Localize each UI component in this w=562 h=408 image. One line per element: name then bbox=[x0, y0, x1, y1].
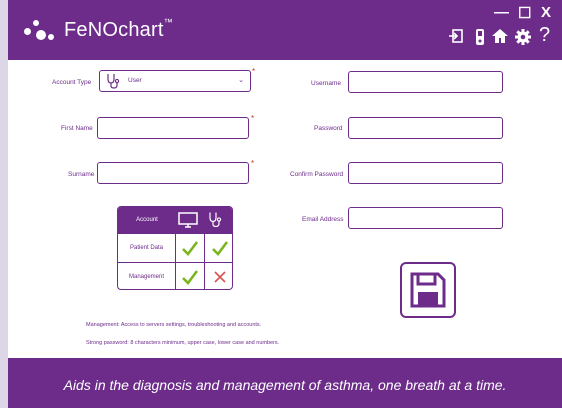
check-icon bbox=[176, 263, 205, 289]
confirm-password-field[interactable] bbox=[348, 162, 503, 184]
confirm-password-label: Confirm Password bbox=[290, 171, 344, 178]
username-label: Username bbox=[311, 80, 341, 87]
check-icon bbox=[176, 234, 205, 262]
stethoscope-icon bbox=[106, 73, 120, 94]
permissions-header: Account bbox=[118, 207, 232, 233]
help-icon[interactable]: ? bbox=[539, 24, 550, 47]
password-note: Strong password: 8 characters minimum, u… bbox=[86, 340, 280, 346]
password-label: Password bbox=[314, 125, 343, 132]
computer-icon bbox=[178, 212, 198, 233]
permissions-table: Account Patient Data Management bbox=[117, 206, 233, 290]
footer-tagline: Aids in the diagnosis and management of … bbox=[63, 377, 507, 393]
save-button[interactable] bbox=[400, 262, 456, 318]
cross-icon bbox=[205, 263, 232, 289]
permission-label: Management bbox=[118, 263, 176, 289]
permission-label: Patient Data bbox=[118, 234, 176, 262]
account-type-select[interactable]: User ⌄ bbox=[99, 70, 251, 92]
check-icon bbox=[205, 234, 232, 262]
required-marker: * bbox=[251, 114, 255, 123]
surname-field[interactable] bbox=[97, 162, 249, 184]
email-label: Email Address bbox=[302, 216, 344, 223]
app-title: FeNOchart™ bbox=[64, 17, 173, 41]
device-icon[interactable] bbox=[474, 28, 486, 51]
first-name-field[interactable] bbox=[97, 117, 249, 139]
gear-icon[interactable] bbox=[514, 28, 532, 51]
header-bar: FeNOchart™ — ☐ X ? bbox=[8, 0, 562, 60]
footer-bar: Aids in the diagnosis and management of … bbox=[8, 358, 562, 408]
maximize-button[interactable]: ☐ bbox=[518, 4, 531, 22]
app-window: FeNOchart™ — ☐ X ? Account Type User ⌄ *… bbox=[0, 0, 562, 408]
home-icon[interactable] bbox=[491, 28, 509, 49]
table-row: Management bbox=[118, 262, 232, 289]
email-field[interactable] bbox=[348, 207, 503, 229]
surname-label: Surname bbox=[68, 171, 95, 178]
minimize-button[interactable]: — bbox=[494, 4, 509, 21]
required-marker: * bbox=[252, 67, 256, 76]
management-note: Management: Access to servers settings, … bbox=[86, 322, 262, 328]
chevron-down-icon: ⌄ bbox=[238, 77, 244, 84]
logo-icon bbox=[24, 20, 56, 46]
account-type-value: User bbox=[128, 77, 142, 84]
close-button[interactable]: X bbox=[541, 4, 551, 21]
required-marker: * bbox=[251, 159, 255, 168]
stethoscope-icon bbox=[208, 211, 222, 233]
logout-icon[interactable] bbox=[448, 28, 464, 49]
account-type-label: Account Type bbox=[52, 79, 92, 86]
username-field[interactable] bbox=[348, 71, 503, 93]
first-name-label: First Name bbox=[61, 125, 93, 132]
floppy-disk-icon bbox=[410, 272, 446, 308]
table-row: Patient Data bbox=[118, 233, 232, 262]
password-field[interactable] bbox=[348, 117, 503, 139]
permissions-header-label: Account bbox=[136, 217, 158, 223]
